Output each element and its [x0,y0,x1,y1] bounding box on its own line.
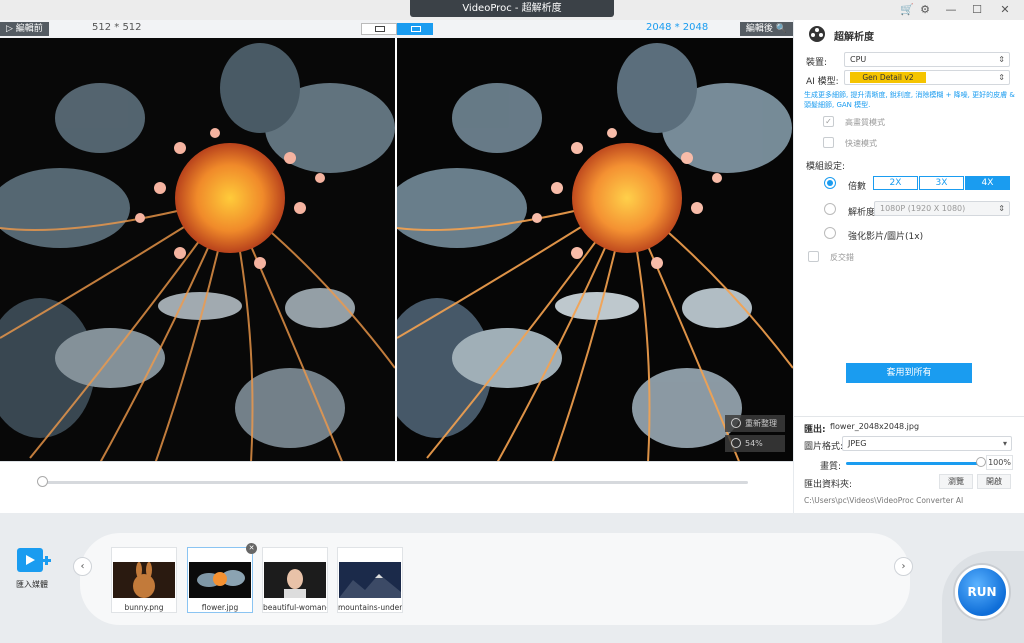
thumbnail-name: bunny.png [124,603,164,612]
fast-mode-label: 快速模式 [845,139,877,148]
resolution-value: 1080P (1920 X 1080) [880,204,966,213]
device-label: 裝置: [806,58,828,68]
apply-all-button[interactable]: 套用到所有 [846,363,972,383]
enhance-radio[interactable] [824,227,836,239]
window-title: VideoProc - 超解析度 [410,0,614,17]
before-label: ▷ 編輯前 [0,22,49,36]
gear-icon[interactable]: ⚙ [916,2,934,18]
divider [794,416,1024,417]
film-reel-icon [809,26,825,42]
export-path: C:\Users\pc\Videos\VideoProc Converter A… [804,496,964,505]
zoom-label: 54% [745,439,763,448]
quality-value[interactable]: 100% [986,455,1013,470]
multiple-radio[interactable] [824,177,836,189]
quality-slider-knob[interactable] [976,457,986,467]
preview-area: ▷ 編輯前 512 * 512 2048 * 2048 編輯後 🔍 重新整理 5… [0,20,793,513]
chevron-down-icon: ▾ [1002,439,1007,448]
scale-2x-button[interactable]: 2X [873,176,918,190]
zoom-icon [731,438,741,448]
minimize-icon[interactable]: — [942,2,960,18]
fast-mode-checkbox[interactable] [823,137,834,148]
thumbnail-name: flower.jpg [201,603,239,612]
chevron-updown-icon: ⇕ [998,55,1005,64]
quality-label: 畫質: [820,462,842,472]
thumbnail-name: beautiful-woman- [263,603,327,612]
resolution-radio[interactable] [824,203,836,215]
model-description: 生成更多細節, 提升清晰度, 銳利度, 消除模糊 + 降噪, 更好的皮膚 & 頭… [804,91,1015,109]
deinterlace-checkbox[interactable] [808,251,819,262]
before-image [0,38,395,481]
chevron-updown-icon: ⇕ [998,204,1005,213]
hq-mode-label: 高畫質模式 [845,118,885,127]
thumbnail-woman[interactable]: beautiful-woman- [262,547,328,613]
next-arrow-button[interactable]: › [894,557,913,576]
timeline-knob[interactable] [37,476,48,487]
thumbnail-bunny[interactable]: bunny.png [111,547,177,613]
refresh-icon [731,418,741,428]
panel-title: 超解析度 [834,32,874,43]
scale-3x-button[interactable]: 3X [919,176,964,190]
deinterlace-label: 反交錯 [830,253,854,262]
import-label: 匯入媒體 [16,580,48,589]
resolution-select[interactable]: 1080P (1920 X 1080) ⇕ [874,201,1010,216]
maximize-icon[interactable]: ☐ [968,2,986,18]
right-resolution: 2048 * 2048 [646,22,709,33]
model-settings-label: 模組設定: [806,162,846,172]
format-label: 圖片格式: [804,442,844,452]
timeline-track[interactable] [42,481,748,484]
run-button[interactable]: RUN [955,565,1009,619]
flower-thumbnail-image [189,562,251,598]
browse-button[interactable]: 瀏覽 [939,474,973,489]
device-value: CPU [850,55,867,64]
thumbnail-mountains[interactable]: mountains-under- [337,547,403,613]
format-value: JPEG [848,439,867,448]
left-resolution: 512 * 512 [92,22,142,33]
export-label: 匯出: [804,425,826,435]
cart-icon[interactable]: 🛒 [898,2,916,18]
split-view-icon [375,26,385,32]
reorganize-button[interactable]: 重新整理 [725,415,785,432]
remove-thumbnail-icon[interactable]: ✕ [246,543,257,554]
title-bar: VideoProc - 超解析度 🛒 ⚙ — ☐ ✕ [0,0,1024,20]
preview-header: ▷ 編輯前 512 * 512 2048 * 2048 編輯後 🔍 [0,20,793,38]
prev-arrow-button[interactable]: ‹ [73,557,92,576]
thumbnail-name: mountains-under- [338,603,402,612]
after-label[interactable]: 編輯後 🔍 [739,22,793,36]
enhance-label: 強化影片/圖片(1x) [848,232,924,242]
flower-image-before [0,38,395,481]
bunny-thumbnail-image [113,562,175,598]
folder-label: 匯出資料夾: [804,480,853,490]
thumbnail-flower[interactable]: flower.jpg ✕ [187,543,257,613]
format-select[interactable]: JPEG ▾ [842,436,1012,451]
mountains-thumbnail-image [339,562,401,598]
settings-panel: 超解析度 裝置: CPU ⇕ AI 模型: Gen Detail v2 ⇕ 生成… [794,20,1024,513]
import-media-icon [17,548,51,572]
hq-mode-checkbox[interactable]: ✓ [823,116,834,127]
chevron-updown-icon: ⇕ [998,73,1005,82]
split-view-toggle[interactable] [361,23,397,35]
side-by-side-icon [411,26,421,32]
model-select[interactable]: Gen Detail v2 ⇕ [844,70,1010,85]
scale-4x-button[interactable]: 4X [965,176,1010,190]
reorganize-label: 重新整理 [745,419,777,428]
resolution-label: 解析度 [848,208,876,218]
import-media-button[interactable]: 匯入媒體 [14,543,58,593]
woman-thumbnail-image [264,562,326,598]
side-by-side-toggle[interactable] [397,23,433,35]
zoom-button[interactable]: 54% [725,435,785,452]
export-filename[interactable]: flower_2048x2048.jpg [830,422,919,431]
close-icon[interactable]: ✕ [996,2,1014,18]
device-select[interactable]: CPU ⇕ [844,52,1010,67]
quality-slider-track[interactable] [846,462,980,465]
bottom-bar: 匯入媒體 ‹ › bunny.png flower.jpg ✕ beautifu… [0,513,1024,643]
model-label: AI 模型: [806,77,839,87]
multiple-label: 倍數 [848,182,867,192]
open-button[interactable]: 開啟 [977,474,1011,489]
model-value: Gen Detail v2 [850,72,926,83]
timeline [0,461,793,513]
